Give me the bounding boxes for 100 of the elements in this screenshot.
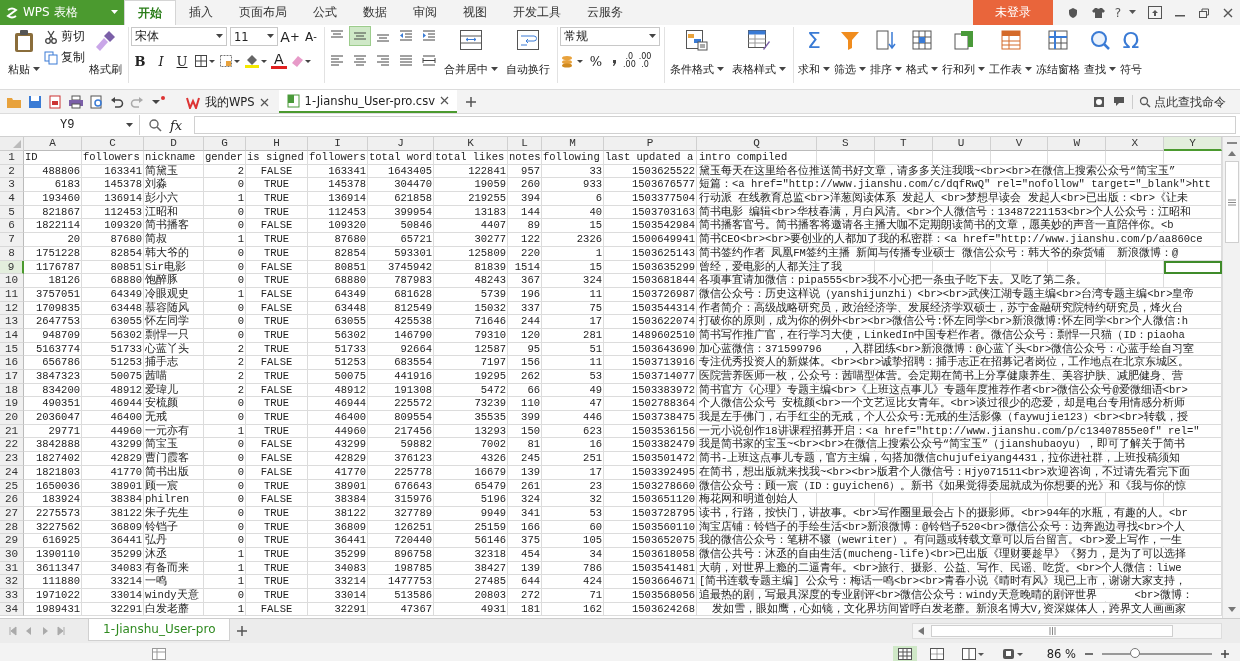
format-painter-button[interactable]: 格式刷	[87, 27, 124, 79]
table-cell: 2	[204, 383, 246, 398]
table-cell: 63448	[308, 301, 368, 316]
column-header[interactable]: M	[542, 137, 604, 151]
paste-button[interactable]: 粘贴	[6, 27, 42, 79]
table-cell: 225778	[368, 465, 434, 480]
row-header[interactable]: 7	[0, 233, 24, 247]
row-header[interactable]: 33	[0, 589, 24, 603]
row-header[interactable]: 19	[0, 397, 24, 412]
decrease-decimal-button[interactable]: .00 .0	[638, 53, 652, 69]
column-header[interactable]: P	[604, 137, 697, 151]
table-cell: 1	[204, 575, 246, 589]
row-header[interactable]: 1	[0, 151, 24, 165]
row-header[interactable]: 29	[0, 534, 24, 548]
column-header[interactable]: A	[24, 137, 82, 151]
column-header[interactable]: W	[1048, 137, 1107, 151]
ribbon-tab[interactable]: 页面布局	[226, 0, 300, 25]
table-cell: 251	[542, 452, 604, 466]
table-cell: 957	[508, 164, 542, 179]
table-cell: 82854	[308, 246, 368, 261]
copy-button[interactable]: 复制	[44, 50, 85, 65]
ribbon-tab[interactable]: 开始	[124, 0, 176, 25]
table-cell: 3847323	[24, 370, 82, 384]
app-menu-button[interactable]: WPS 表格	[0, 0, 124, 25]
font-color-button[interactable]: A	[271, 53, 287, 69]
column-header[interactable]: S	[817, 137, 875, 151]
column-header[interactable]: U	[932, 137, 991, 151]
ribbon-button[interactable]: 格式	[904, 27, 940, 79]
conditional-format-button[interactable]: 条件格式	[667, 27, 727, 79]
help-button[interactable]: ?	[1114, 5, 1121, 20]
row-header[interactable]: 17	[0, 370, 24, 384]
insert-function-button[interactable]: fx	[170, 117, 183, 133]
column-header[interactable]: Y	[1164, 137, 1222, 151]
column-header[interactable]: Q	[697, 137, 817, 151]
row-header[interactable]: 16	[0, 356, 24, 370]
ribbon-button[interactable]: 冻结窗格	[1034, 27, 1082, 79]
cut-button[interactable]: 剪切	[44, 29, 85, 44]
table-cell: 铃铛子	[144, 520, 204, 535]
column-header[interactable]: T	[874, 137, 933, 151]
table-cell: TRUE	[246, 342, 308, 357]
table-cell: 1971022	[24, 589, 82, 603]
percent-button[interactable]: %	[587, 52, 605, 70]
table-cell: 51253	[308, 356, 368, 370]
column-header[interactable]: J	[368, 137, 434, 151]
ribbon-button[interactable]: 排序	[868, 27, 904, 79]
ribbon-tab[interactable]: 公式	[300, 0, 350, 25]
command-search-field[interactable]: 点此查找命令	[1132, 94, 1234, 109]
document-tab[interactable]: 我的WPS	[178, 92, 277, 113]
table-cell: 32318	[434, 547, 508, 562]
increase-decimal-button[interactable]: .0 .00	[623, 53, 636, 69]
merge-center-button[interactable]: 合并居中	[441, 27, 501, 79]
table-cell: 787983	[368, 274, 434, 288]
column-header[interactable]: V	[990, 137, 1049, 151]
row-header[interactable]: 23	[0, 452, 24, 466]
ribbon-tab[interactable]: 视图	[450, 0, 500, 25]
name-box[interactable]: Y9	[0, 115, 140, 135]
column-header[interactable]: C	[82, 137, 144, 151]
row-header[interactable]: 6	[0, 219, 24, 234]
document-tab[interactable]: 1-Jianshu_User-pro.csv	[278, 90, 457, 113]
ribbon-tab[interactable]: 开发工具	[500, 0, 574, 25]
table-cell: 一鸣	[144, 575, 204, 589]
number-format-dropdown[interactable]: 常规	[560, 27, 660, 46]
table-cell: 683554	[368, 356, 434, 370]
ribbon-button[interactable]: 行和列	[940, 27, 987, 79]
bold-button[interactable]: B	[131, 52, 149, 70]
ribbon-button[interactable]: Σ 求和	[796, 27, 832, 79]
row-header[interactable]: 26	[0, 493, 24, 507]
column-header[interactable]: K	[434, 137, 508, 151]
row-header[interactable]: 32	[0, 575, 24, 589]
ribbon-button[interactable]: 工作表	[987, 27, 1034, 79]
column-header[interactable]: X	[1106, 137, 1165, 151]
table-cell: 51733	[308, 342, 368, 357]
row-header[interactable]: 3	[0, 178, 24, 193]
underline-button[interactable]: U	[173, 52, 191, 70]
table-style-button[interactable]: 表格样式	[729, 27, 789, 79]
sheet-tab[interactable]: 1-Jianshu_User-pro	[88, 618, 231, 641]
row-header[interactable]: 13	[0, 315, 24, 329]
font-family-dropdown[interactable]: 宋体	[131, 27, 227, 46]
table-cell: 13293	[434, 424, 508, 439]
ribbon-tab[interactable]: 云服务	[574, 0, 636, 25]
column-header[interactable]: H	[246, 137, 308, 151]
row-header[interactable]: 20	[0, 411, 24, 425]
row-header[interactable]: 4	[0, 192, 24, 206]
font-size-dropdown[interactable]: 11	[230, 27, 278, 46]
italic-button[interactable]: I	[152, 52, 170, 70]
ribbon-tab[interactable]: 审阅	[400, 0, 450, 25]
ribbon-tab[interactable]: 插入	[176, 0, 226, 25]
column-header[interactable]: I	[308, 137, 368, 151]
table-cell: FALSE	[246, 465, 308, 480]
row-header[interactable]: 10	[0, 274, 24, 288]
column-header[interactable]: L	[508, 137, 542, 151]
ribbon-tab[interactable]: 数据	[350, 0, 400, 25]
ribbon-button[interactable]: 查找	[1082, 27, 1118, 79]
ribbon-button[interactable]: 筛选	[832, 27, 868, 79]
wrap-text-button[interactable]: 自动换行	[503, 27, 553, 79]
ribbon-button[interactable]: Ω 符号	[1118, 27, 1144, 79]
column-header[interactable]: D	[144, 137, 204, 151]
row-header[interactable]: 22	[0, 438, 24, 453]
column-header[interactable]: G	[204, 137, 246, 151]
table-cell: intro compiled	[699, 151, 788, 163]
